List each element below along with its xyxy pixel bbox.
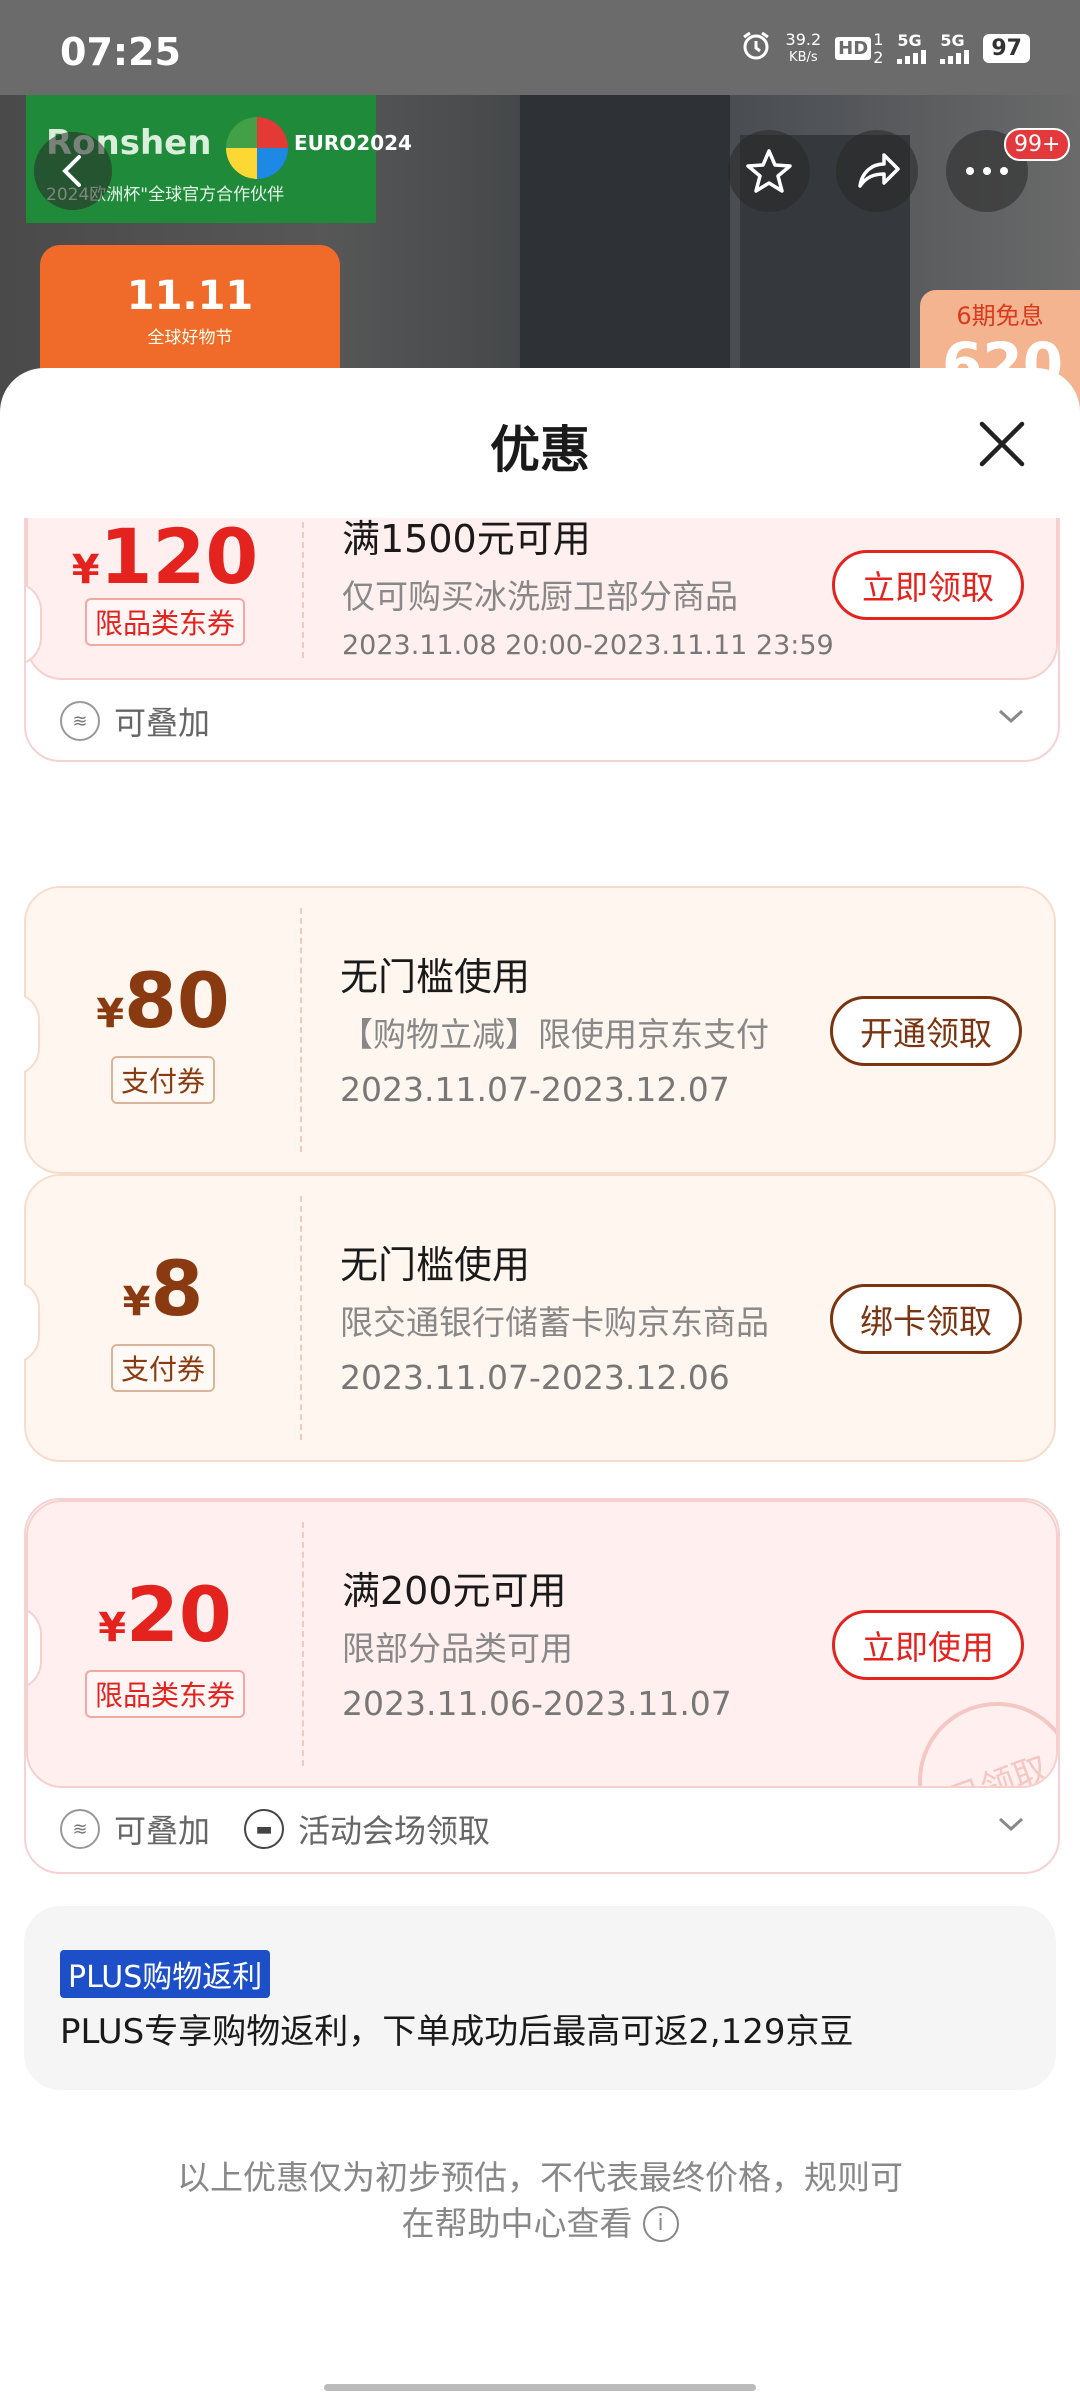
coupon-description: 限交通银行储蓄卡购京东商品 [340, 1303, 769, 1342]
plus-rebate-text: PLUS专享购物返利，下单成功后最高可返2,129京豆 [60, 2012, 854, 2052]
coupon-footer: ≋ 可叠加 ▬ 活动会场领取 [26, 1788, 1058, 1870]
disclaimer-line-1: 以上优惠仅为初步预估，不代表最终价格，规则可 [177, 2158, 903, 2197]
coupon-title: 满1500元可用 [342, 518, 591, 561]
coupon-validity: 2023.11.07-2023.12.06 [340, 1358, 730, 1397]
close-icon [979, 421, 1025, 467]
disclaimer: 以上优惠仅为初步预估，不代表最终价格，规则可 在帮助中心查看 i [130, 2155, 950, 2247]
installment-label: 6期免息 [956, 302, 1044, 330]
coupon-title: 无门槛使用 [340, 955, 531, 999]
coupon-amount: ¥20 [98, 1570, 232, 1659]
coupon-card: ¥80 支付券 无门槛使用 【购物立减】限使用京东支付 2023.11.07-2… [24, 886, 1056, 1176]
chevron-down-icon[interactable] [998, 1816, 1024, 1832]
favorite-button[interactable] [728, 130, 810, 212]
coupon-card: ¥20 限品类东券 满200元可用 限部分品类可用 2023.11.06-202… [24, 1498, 1060, 1874]
signal-bars-icon [940, 48, 970, 64]
coupon-description: 仅可购买冰洗厨卫部分商品 [342, 577, 738, 616]
coupon-validity: 2023.11.08 20:00-2023.11.11 23:59 [342, 630, 834, 661]
signal-bars-icon [897, 48, 927, 64]
stack-icon: ≋ [60, 701, 100, 741]
bind-card-claim-button[interactable]: 绑卡领取 [830, 1284, 1022, 1354]
promo-title: 11.11 [126, 273, 254, 319]
alarm-icon [740, 30, 772, 67]
stack-icon: ≋ [60, 1809, 100, 1849]
coupon-description: 限部分品类可用 [342, 1629, 573, 1668]
sheet-title: 优惠 [490, 421, 590, 479]
venue-claim-chip: ▬ 活动会场领取 [244, 1806, 490, 1852]
coupon-amount: ¥120 [71, 518, 259, 601]
back-button[interactable] [34, 132, 112, 210]
net-speed-unit: KB/s [789, 49, 818, 65]
info-icon[interactable]: i [642, 2206, 679, 2242]
stackable-chip: ≋ 可叠加 [60, 698, 210, 744]
coupon-description: 【购物立减】限使用京东支付 [340, 1015, 769, 1054]
open-and-claim-button[interactable]: 开通领取 [830, 996, 1022, 1066]
notification-badge: 99+ [1004, 128, 1071, 161]
promo-subtitle: 全球好物节 [147, 328, 233, 348]
battery-level: 97 [983, 34, 1030, 63]
signal-1: 5G [897, 32, 927, 64]
claimed-stamp: 已领取 [895, 1679, 1056, 1786]
share-icon [858, 153, 900, 188]
coupon-title: 满200元可用 [342, 1569, 567, 1613]
share-button[interactable] [836, 130, 918, 212]
coupon-validity: 2023.11.06-2023.11.07 [342, 1684, 732, 1723]
more-dots-icon [966, 167, 1008, 175]
status-icons: 39.2 KB/s HD 1 2 5G 5G 97 [740, 30, 1030, 67]
chevron-left-icon [62, 155, 81, 187]
plus-rebate-box: PLUS购物返利 PLUS专享购物返利，下单成功后最高可返2,129京豆 [24, 1906, 1056, 2090]
coupon-amount: ¥80 [96, 956, 230, 1045]
signal-2: 5G [940, 32, 970, 64]
stackable-chip: ≋ 可叠加 [60, 1806, 210, 1852]
chevron-down-icon[interactable] [998, 708, 1024, 724]
coupon-type-tag: 支付券 [26, 1056, 300, 1104]
coupon-validity: 2023.11.07-2023.12.07 [340, 1070, 730, 1109]
close-button[interactable] [970, 412, 1034, 476]
star-icon [746, 149, 792, 193]
home-indicator[interactable] [324, 2384, 756, 2391]
disclaimer-line-2: 在帮助中心查看 i [130, 2201, 950, 2247]
coupon-amount: ¥8 [122, 1244, 204, 1333]
coupon-card: ¥8 支付券 无门槛使用 限交通银行储蓄卡购京东商品 2023.11.07-20… [24, 1174, 1056, 1464]
status-time: 07:25 [60, 30, 181, 74]
net-speed: 39.2 KB/s [785, 29, 822, 67]
coupon-type-tag: 限品类东券 [28, 1670, 302, 1718]
coupon-card: ¥120 限品类东券 满1500元可用 仅可购买冰洗厨卫部分商品 2023.11… [24, 518, 1060, 762]
euro-text: EURO2024 [294, 131, 412, 155]
status-bar: 07:25 39.2 KB/s HD 1 2 5G 5G 97 [0, 0, 1080, 95]
use-now-button[interactable]: 立即使用 [832, 1610, 1024, 1680]
coupon-type-tag: 限品类东券 [28, 598, 302, 646]
coupon-type-tag: 支付券 [26, 1344, 300, 1392]
coupon-footer: ≋ 可叠加 [26, 680, 1058, 760]
claim-coupon-button[interactable]: 立即领取 [832, 550, 1024, 620]
ticket-icon: ▬ [244, 1809, 285, 1849]
discount-sheet: 优惠 ¥120 限品类东券 满1500元可用 仅可购买冰洗厨卫部分商品 2023… [0, 368, 1080, 2400]
plus-tag: PLUS购物返利 [60, 1950, 271, 1998]
euro-logo-icon [226, 117, 288, 179]
hd-icon: HD 1 2 [835, 30, 883, 67]
net-speed-value: 39.2 [785, 29, 822, 49]
coupon-title: 无门槛使用 [340, 1243, 531, 1287]
coupon-scroll-area[interactable]: ¥120 限品类东券 满1500元可用 仅可购买冰洗厨卫部分商品 2023.11… [0, 518, 1080, 1198]
